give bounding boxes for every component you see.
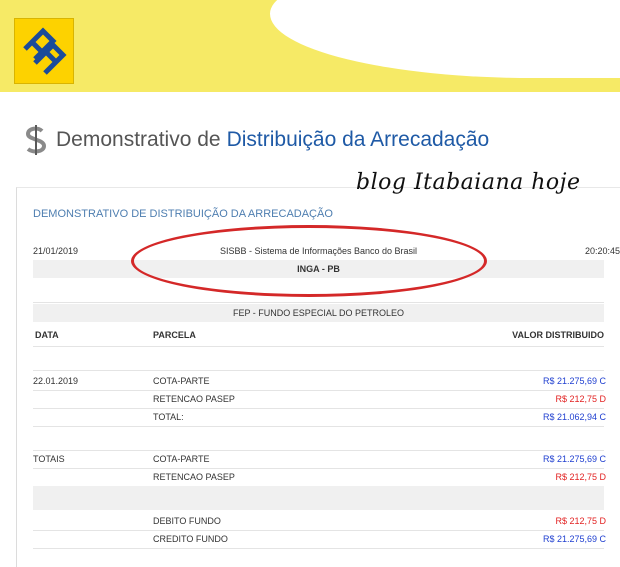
column-data: DATA: [35, 330, 59, 340]
spacer-row: [33, 346, 604, 371]
entry-parcela: RETENCAO PASEP: [153, 472, 235, 482]
entry-valor: R$ 212,75 D: [555, 472, 606, 482]
fund-name: FEP - FUNDO ESPECIAL DO PETROLEO: [232, 308, 405, 318]
entry-parcela: COTA-PARTE: [153, 454, 210, 464]
entry-parcela: CREDITO FUNDO: [153, 534, 228, 544]
fund-row: FEP - FUNDO ESPECIAL DO PETROLEO: [33, 304, 604, 322]
table-row: DEBITO FUNDO R$ 212,75 D: [33, 512, 606, 531]
bank-logo-icon[interactable]: [14, 18, 74, 84]
entry-parcela: TOTAL:: [153, 412, 184, 422]
column-parcela: PARCELA: [153, 330, 196, 340]
totals-label: TOTAIS: [33, 454, 65, 464]
header-banner: [0, 0, 620, 92]
entry-parcela: DEBITO FUNDO: [153, 516, 221, 526]
entry-parcela: COTA-PARTE: [153, 376, 210, 386]
table-row: RETENCAO PASEP R$ 212,75 D: [33, 468, 606, 487]
heading-main: Distribuição da Arrecadação: [226, 128, 490, 151]
entry-valor: R$ 212,75 D: [555, 394, 606, 404]
spacer-row: [33, 486, 604, 510]
blog-watermark: blog Itabaiana hoje: [356, 170, 581, 195]
spacer-row: [33, 426, 604, 451]
table-row: RETENCAO PASEP R$ 212,75 D: [33, 390, 606, 409]
table-row: TOTAIS COTA-PARTE R$ 21.275,69 C: [33, 450, 606, 469]
entry-parcela: RETENCAO PASEP: [153, 394, 235, 404]
table-row: CREDITO FUNDO R$ 21.275,69 C: [33, 530, 606, 549]
entry-valor: R$ 21.062,94 C: [542, 412, 606, 422]
entry-valor: R$ 21.275,69 C: [542, 534, 606, 544]
report-title: DEMONSTRATIVO DE DISTRIBUIÇÃO DA ARRECAD…: [33, 208, 333, 220]
column-valor: VALOR DISTRIBUIDO: [512, 330, 604, 340]
heading-prefix: Demonstrativo de: [56, 128, 221, 151]
entry-valor: R$ 21.275,69 C: [542, 454, 606, 464]
dollar-sign-icon: [25, 125, 47, 155]
entry-valor: R$ 212,75 D: [555, 516, 606, 526]
table-row: 22.01.2019 COTA-PARTE R$ 21.275,69 C: [33, 372, 606, 391]
report-time: 20:20:45: [584, 246, 620, 256]
banner-curve: [270, 0, 620, 78]
page-title: Demonstrativo de Distribuição da Arrecad…: [22, 120, 489, 160]
table-header: DATA PARCELA VALOR DISTRIBUIDO: [33, 330, 604, 347]
highlight-oval: [131, 225, 487, 297]
table-row: TOTAL: R$ 21.062,94 C: [33, 408, 606, 427]
entry-date: 22.01.2019: [33, 376, 79, 386]
entry-valor: R$ 21.275,69 C: [542, 376, 606, 386]
